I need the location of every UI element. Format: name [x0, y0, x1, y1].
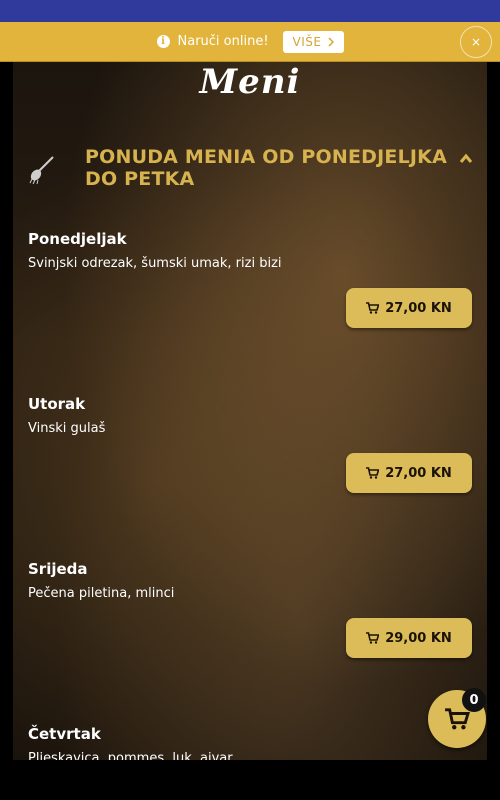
menu-item: Utorak Vinski gulaš — [28, 395, 473, 436]
item-day: Četvrtak — [28, 725, 101, 743]
item-description: Vinski gulaš — [28, 421, 106, 436]
order-online-banner: i Naruči online! VIŠE × — [0, 22, 500, 62]
close-icon: × — [470, 35, 482, 49]
cart-icon — [445, 708, 470, 730]
item-day: Utorak — [28, 395, 86, 413]
cart-icon — [366, 302, 380, 314]
price-label: 29,00 KN — [385, 630, 452, 646]
cart-icon — [366, 632, 380, 644]
add-to-cart-button[interactable]: 27,00 KN — [346, 453, 472, 493]
close-banner-button[interactable]: × — [460, 26, 492, 58]
item-description: Pečena piletina, mlinci — [28, 586, 175, 601]
cart-icon — [366, 467, 380, 479]
item-day: Ponedjeljak — [28, 230, 127, 248]
more-button[interactable]: VIŠE — [282, 30, 344, 53]
more-button-label: VIŠE — [292, 34, 322, 49]
menu-content: Meni PONUDA MENIA OD PONEDJELJKA DO PETK… — [13, 62, 487, 760]
info-icon: i — [156, 35, 170, 48]
chevron-right-icon — [327, 36, 334, 47]
section-header[interactable]: PONUDA MENIA OD PONEDJELJKA DO PETKA — [27, 146, 473, 190]
chevron-up-icon[interactable] — [459, 152, 473, 166]
banner-content: i Naruči online! VIŠE — [156, 30, 344, 53]
status-strip — [0, 0, 500, 22]
item-description: Svinjski odrezak, šumski umak, rizi bizi — [28, 256, 282, 271]
menu-item: Ponedjeljak Svinjski odrezak, šumski uma… — [28, 230, 473, 271]
item-description: Pljeskavica, pommes, luk, ajvar — [28, 751, 233, 760]
price-label: 27,00 KN — [385, 465, 452, 481]
menu-item: Srijeda Pečena piletina, mlinci — [28, 560, 473, 601]
section-title: PONUDA MENIA OD PONEDJELJKA DO PETKA — [85, 146, 447, 190]
spoon-icon — [29, 156, 54, 184]
add-to-cart-button[interactable]: 29,00 KN — [346, 618, 472, 658]
banner-text: Naruči online! — [177, 34, 269, 49]
price-label: 27,00 KN — [385, 300, 452, 316]
item-day: Srijeda — [28, 560, 88, 578]
app-page: i Naruči online! VIŠE × Meni PONUDA MENI… — [0, 0, 500, 800]
menu-item: Četvrtak Pljeskavica, pommes, luk, ajvar — [28, 725, 473, 760]
cart-count-badge: 0 — [462, 688, 486, 712]
menu-logo: Meni — [199, 62, 301, 102]
bottom-bar — [0, 760, 500, 800]
add-to-cart-button[interactable]: 27,00 KN — [346, 288, 472, 328]
